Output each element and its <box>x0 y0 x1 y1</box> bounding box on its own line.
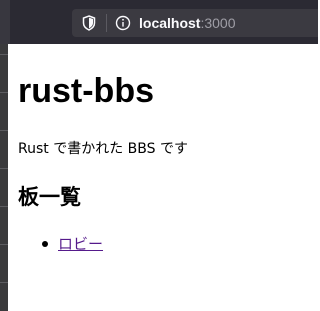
info-icon[interactable] <box>115 15 131 31</box>
boards-heading: 板一覧 <box>18 185 81 209</box>
browser-toolbar: localhost:3000 <box>0 0 318 44</box>
address-bar[interactable]: localhost:3000 <box>72 9 318 37</box>
sidebar-edge <box>0 44 8 311</box>
bullet-icon <box>42 240 48 247</box>
urlbar-divider <box>106 14 107 32</box>
url-port: :3000 <box>200 15 236 31</box>
url-host: localhost <box>139 15 201 31</box>
url-text[interactable]: localhost:3000 <box>139 9 236 37</box>
site-description: Rust で書かれた BBS です <box>18 141 188 157</box>
page-title: rust-bbs <box>18 72 154 110</box>
shield-icon[interactable] <box>80 14 98 32</box>
board-list: ロビー <box>42 233 314 254</box>
toolbar-edge <box>0 0 10 44</box>
board-link-lobby[interactable]: ロビー <box>58 233 103 254</box>
list-item: ロビー <box>42 233 314 254</box>
page-content: rust-bbs Rust で書かれた BBS です 板一覧 ロビー <box>18 70 314 254</box>
